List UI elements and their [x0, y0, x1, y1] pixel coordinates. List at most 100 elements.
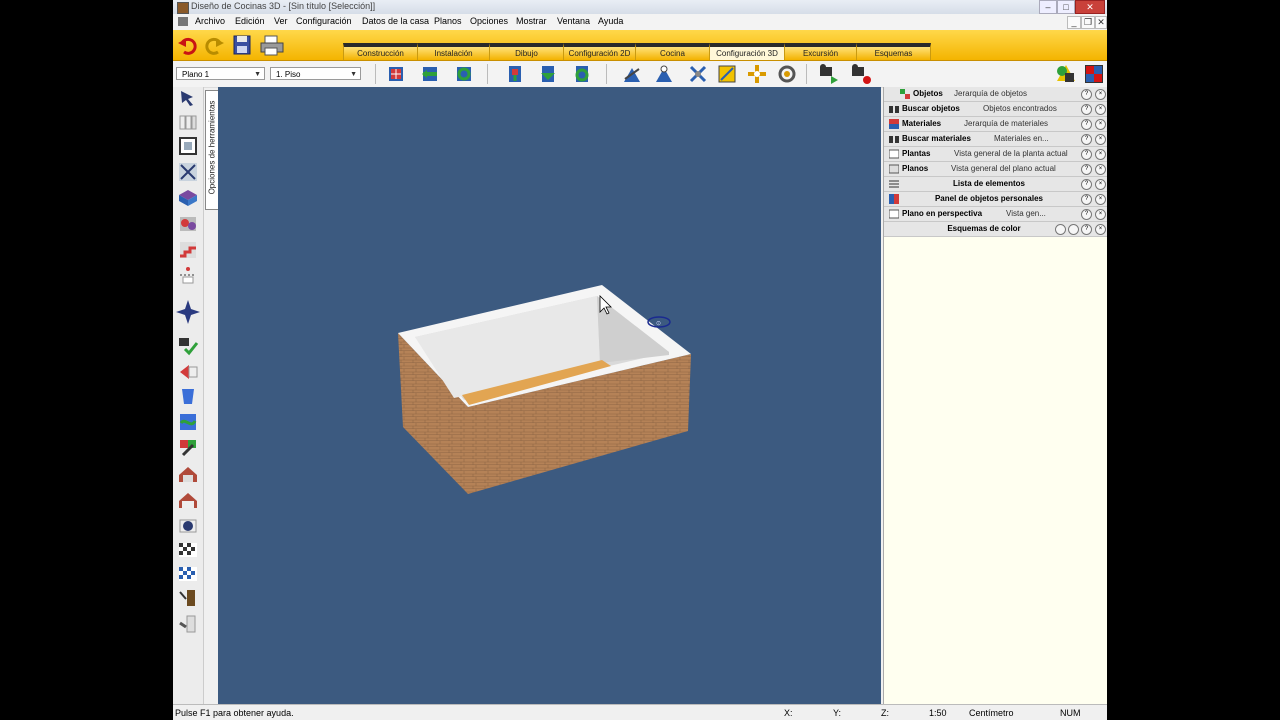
buscar-materiales-label[interactable]: Buscar materiales	[902, 132, 971, 146]
camera-position-icon[interactable]	[177, 361, 199, 383]
camera-left-icon[interactable]	[621, 63, 643, 85]
view-wall-red-icon[interactable]	[385, 63, 407, 85]
close-icon[interactable]: ×	[1095, 194, 1106, 205]
objetos-hierarchy-tab[interactable]: Jerarquía de objetos	[954, 87, 1027, 101]
tab-esquemas[interactable]: Esquemas	[856, 43, 931, 60]
settings-icon[interactable]	[1068, 224, 1079, 235]
save-icon[interactable]	[231, 34, 253, 56]
checker-texture-icon[interactable]	[177, 539, 199, 561]
light-star-icon[interactable]	[175, 299, 201, 325]
close-icon[interactable]: ×	[1095, 209, 1106, 220]
menu-mostrar[interactable]: Mostrar	[516, 16, 547, 26]
panel-row-planos[interactable]: Planos Vista general del plano actual ? …	[884, 162, 1107, 177]
zoom-window-icon[interactable]	[716, 63, 738, 85]
camera-rotate-icon[interactable]	[653, 63, 675, 85]
door-tool-icon[interactable]	[177, 587, 199, 609]
close-icon[interactable]: ×	[1095, 89, 1106, 100]
plantas-overview-tab[interactable]: Vista general de la planta actual	[954, 147, 1068, 161]
undo-icon[interactable]	[177, 34, 199, 56]
mdi-close-button[interactable]: ✕	[1095, 16, 1107, 29]
tab-configuracion-3d[interactable]: Configuración 3D	[709, 43, 785, 60]
object-cycle-icon[interactable]	[571, 63, 593, 85]
help-icon[interactable]: ?	[1081, 194, 1092, 205]
tab-dibujo[interactable]: Dibujo	[489, 43, 564, 60]
menu-ventana[interactable]: Ventana	[557, 16, 590, 26]
view-wall-green-icon[interactable]	[419, 63, 441, 85]
materiales-hierarchy-tab[interactable]: Jerarquía de materiales	[964, 117, 1048, 131]
close-icon[interactable]: ×	[1095, 134, 1106, 145]
help-icon[interactable]: ?	[1081, 149, 1092, 160]
menu-configuracion[interactable]: Configuración	[296, 16, 352, 26]
panel-row-esquemas-color[interactable]: Esquemas de color ? ×	[884, 222, 1107, 237]
help-icon[interactable]: ?	[1081, 104, 1092, 115]
redo-icon[interactable]	[203, 34, 225, 56]
vista-general-tab[interactable]: Vista gen...	[1006, 207, 1046, 221]
stairs-tool-icon[interactable]	[177, 239, 199, 261]
floor-tool-icon[interactable]	[177, 187, 199, 209]
panel-row-lista-elementos[interactable]: Lista de elementos ? ×	[884, 177, 1107, 192]
video-play-icon[interactable]	[818, 63, 840, 85]
close-icon[interactable]: ×	[1095, 149, 1106, 160]
menu-ver[interactable]: Ver	[274, 16, 288, 26]
help-icon[interactable]: ?	[1081, 119, 1092, 130]
video-record-icon[interactable]	[850, 63, 872, 85]
camera-cross-icon[interactable]	[687, 63, 709, 85]
room-tool-icon[interactable]	[177, 135, 199, 157]
minimize-button[interactable]: –	[1039, 0, 1057, 14]
refresh-icon[interactable]	[1055, 224, 1066, 235]
menu-datos-casa[interactable]: Datos de la casa	[362, 16, 429, 26]
help-icon[interactable]: ?	[1081, 179, 1092, 190]
plano-perspectiva-label[interactable]: Plano en perspectiva	[902, 207, 982, 221]
sphere-object-icon[interactable]	[177, 515, 199, 537]
texture-tool-icon[interactable]	[177, 411, 199, 433]
camera-check-icon[interactable]	[177, 335, 199, 357]
objetos-encontrados-tab[interactable]: Objetos encontrados	[983, 102, 1057, 116]
menu-opciones[interactable]: Opciones	[470, 16, 508, 26]
help-icon[interactable]: ?	[1081, 134, 1092, 145]
view-wall-cycle-icon[interactable]	[453, 63, 475, 85]
help-icon[interactable]: ?	[1081, 164, 1092, 175]
panel-row-materiales[interactable]: Materiales Jerarquía de materiales ? ×	[884, 117, 1107, 132]
menu-planos[interactable]: Planos	[434, 16, 462, 26]
close-window-button[interactable]: ✕	[1075, 0, 1105, 14]
pipette-icon[interactable]	[177, 437, 199, 459]
roof-section-icon[interactable]	[177, 489, 199, 511]
print-icon[interactable]	[259, 34, 285, 56]
plantas-label[interactable]: Plantas	[902, 147, 930, 161]
menu-edicion[interactable]: Edición	[235, 16, 265, 26]
buscar-objetos-label[interactable]: Buscar objetos	[902, 102, 960, 116]
panel-row-buscar-objetos[interactable]: Buscar objetos Objetos encontrados ? ×	[884, 102, 1107, 117]
materiales-label[interactable]: Materiales	[902, 117, 941, 131]
close-icon[interactable]: ×	[1095, 164, 1106, 175]
tab-construccion[interactable]: Construcción	[343, 43, 418, 60]
wall-section-icon[interactable]	[177, 463, 199, 485]
help-icon[interactable]: ?	[1081, 224, 1092, 235]
close-icon[interactable]: ×	[1095, 119, 1106, 130]
paint-bucket-icon[interactable]	[177, 385, 199, 407]
planos-label[interactable]: Planos	[902, 162, 928, 176]
roof-tool-icon[interactable]	[177, 213, 199, 235]
objetos-personales-label[interactable]: Panel de objetos personales	[884, 192, 1094, 206]
plan-select[interactable]: Plano 1 ▼	[176, 67, 265, 80]
object-green-icon[interactable]	[537, 63, 559, 85]
materiales-encontrados-tab[interactable]: Materiales en...	[994, 132, 1049, 146]
3d-viewport[interactable]: ⊙	[218, 87, 881, 704]
help-icon[interactable]: ?	[1081, 89, 1092, 100]
panel-row-objetos[interactable]: Objetos Jerarquía de objetos ? ×	[884, 87, 1107, 102]
window-tool-icon[interactable]	[177, 613, 199, 635]
orbit-icon[interactable]	[776, 63, 798, 85]
help-icon[interactable]: ?	[1081, 209, 1092, 220]
floor-select[interactable]: 1. Piso ▼	[270, 67, 361, 80]
tab-instalacion[interactable]: Instalación	[417, 43, 490, 60]
panel-row-plano-perspectiva[interactable]: Plano en perspectiva Vista gen... ? ×	[884, 207, 1107, 222]
tab-cocina[interactable]: Cocina	[635, 43, 710, 60]
panel-row-buscar-materiales[interactable]: Buscar materiales Materiales en... ? ×	[884, 132, 1107, 147]
document-icon[interactable]	[178, 17, 188, 26]
mdi-minimize-button[interactable]: _	[1067, 16, 1081, 29]
close-icon[interactable]: ×	[1095, 104, 1106, 115]
color-palette-icon[interactable]	[1083, 63, 1105, 85]
tile-texture-icon[interactable]	[177, 563, 199, 585]
measure-tool-icon[interactable]	[177, 161, 199, 183]
object-red-icon[interactable]	[504, 63, 526, 85]
tab-configuracion-2d[interactable]: Configuración 2D	[563, 43, 636, 60]
